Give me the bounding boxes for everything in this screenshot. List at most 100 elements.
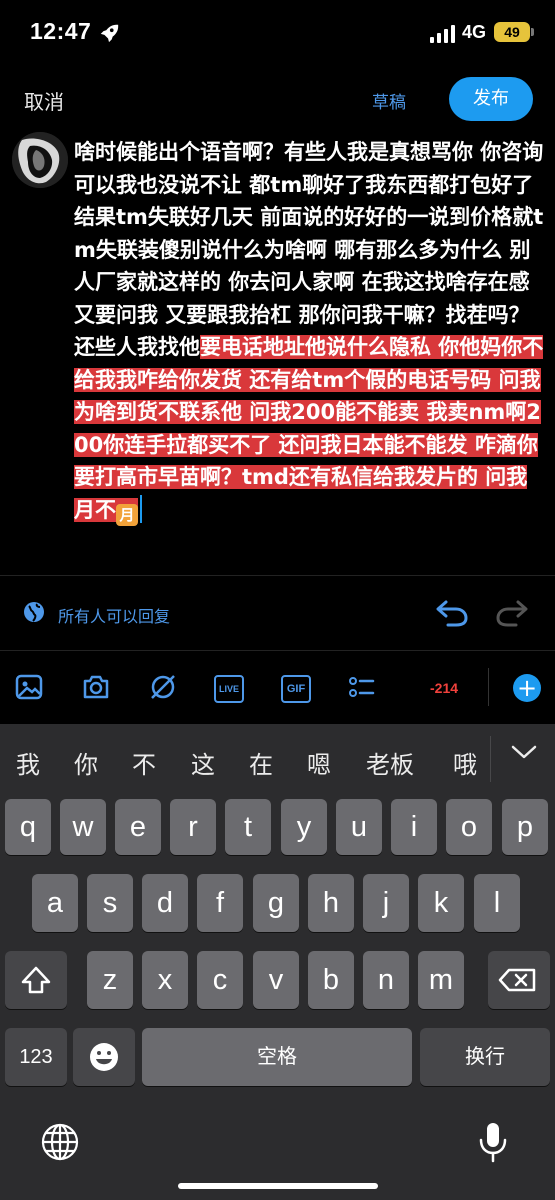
key-label: c — [212, 964, 228, 996]
toolbar-separator — [488, 668, 489, 706]
key-label: a — [46, 887, 64, 919]
gif-icon[interactable]: GIF — [281, 675, 311, 703]
key-y[interactable]: y — [281, 799, 327, 855]
tweet-text-over-limit: 要电话地址他说什么隐私 你他妈你不给我我咋给你发货 还有给tm个假的电话号码 问… — [74, 335, 544, 522]
drafts-button[interactable]: 草稿 — [372, 88, 406, 113]
avatar[interactable] — [12, 132, 68, 188]
text-caret — [140, 494, 142, 523]
key-label: x — [157, 964, 173, 996]
key-label: l — [493, 887, 501, 919]
candidate-word[interactable]: 在 — [249, 745, 273, 780]
key-m[interactable]: m — [418, 951, 464, 1009]
battery-icon: 49 — [494, 22, 530, 42]
tweet-text-unselected: 啥时候能出个语音啊？有些人我是真想骂你 你咨询可以我也没说不让 都tm聊好了我东… — [74, 140, 544, 359]
globe-icon[interactable] — [23, 601, 45, 623]
network-type: 4G — [462, 22, 487, 42]
key-e[interactable]: e — [115, 799, 161, 855]
live-label: LIVE — [218, 684, 239, 694]
key-s[interactable]: s — [87, 874, 133, 932]
key-label: g — [267, 887, 285, 919]
backspace-icon — [498, 968, 536, 992]
candidate-word[interactable]: 你 — [74, 745, 98, 780]
post-button[interactable]: 发布 — [449, 77, 533, 121]
key-label: o — [460, 811, 478, 843]
key-h[interactable]: h — [308, 874, 354, 932]
key-b[interactable]: b — [308, 951, 354, 1009]
globe-icon[interactable] — [40, 1122, 80, 1162]
tweet-text-input[interactable]: 啥时候能出个语音啊？有些人我是真想骂你 你咨询可以我也没说不让 都tm聊好了我东… — [74, 136, 544, 526]
redo-icon[interactable] — [494, 598, 530, 628]
key-label: 123 — [19, 1046, 53, 1068]
key-label: i — [410, 811, 418, 843]
image-icon[interactable] — [14, 672, 44, 702]
key-z[interactable]: z — [87, 951, 133, 1009]
key-label: s — [102, 887, 118, 919]
undo-icon[interactable] — [434, 598, 470, 628]
emoji-key[interactable] — [73, 1028, 135, 1086]
reply-setting-label[interactable]: 所有人可以回复 — [58, 603, 170, 627]
key-o[interactable]: o — [446, 799, 492, 855]
key-label: 换行 — [465, 1046, 505, 1068]
key-label: v — [268, 964, 284, 996]
grok-icon[interactable] — [148, 672, 178, 702]
key-v[interactable]: v — [253, 951, 299, 1009]
key-label: h — [322, 887, 340, 919]
emoji-icon — [90, 1043, 118, 1071]
candidate-word[interactable]: 我 — [16, 745, 40, 780]
key-g[interactable]: g — [253, 874, 299, 932]
candidate-word[interactable]: 嗯 — [307, 745, 331, 780]
key-label: z — [102, 964, 118, 996]
battery-nub — [531, 28, 534, 36]
tweet-text-selected: 要电话地址他说什么隐私 你他妈你不给我我咋给你发货 还有给tm个假的电话号码 问… — [74, 335, 544, 526]
microphone-icon[interactable] — [476, 1120, 510, 1164]
candidate-separator — [490, 736, 491, 782]
space-key[interactable]: 空格 — [142, 1028, 412, 1086]
key-a[interactable]: a — [32, 874, 78, 932]
candidate-word[interactable]: 这 — [191, 745, 215, 780]
key-label: 空格 — [257, 1046, 297, 1068]
key-q[interactable]: q — [5, 799, 51, 855]
key-label: u — [350, 811, 368, 843]
character-count: -214 — [430, 680, 459, 696]
divider — [0, 575, 555, 576]
key-label: q — [19, 811, 37, 843]
status-time: 12:47 — [30, 18, 92, 44]
camera-icon[interactable] — [81, 672, 111, 702]
divider — [0, 650, 555, 651]
key-n[interactable]: n — [363, 951, 409, 1009]
key-c[interactable]: c — [197, 951, 243, 1009]
chevron-down-icon[interactable] — [510, 742, 538, 762]
backspace-key[interactable] — [488, 951, 550, 1009]
key-label: b — [322, 964, 340, 996]
key-label: j — [382, 887, 390, 919]
candidate-word[interactable]: 不 — [132, 745, 156, 780]
key-label: f — [215, 887, 225, 919]
candidate-word[interactable]: 老板 — [366, 745, 414, 780]
live-icon[interactable]: LIVE — [214, 675, 244, 703]
key-j[interactable]: j — [363, 874, 409, 932]
key-label: r — [188, 811, 198, 843]
key-d[interactable]: d — [142, 874, 188, 932]
return-key[interactable]: 换行 — [420, 1028, 550, 1086]
poll-icon[interactable] — [346, 672, 376, 702]
key-i[interactable]: i — [391, 799, 437, 855]
numbers-key[interactable]: 123 — [5, 1028, 67, 1086]
key-label: d — [156, 887, 174, 919]
key-label: m — [428, 964, 454, 996]
key-x[interactable]: x — [142, 951, 188, 1009]
key-p[interactable]: p — [502, 799, 548, 855]
add-thread-button[interactable]: + — [513, 674, 541, 702]
key-u[interactable]: u — [336, 799, 382, 855]
key-r[interactable]: r — [170, 799, 216, 855]
key-label: w — [72, 811, 94, 843]
key-w[interactable]: w — [60, 799, 106, 855]
candidate-word[interactable]: 哦 — [453, 745, 477, 780]
key-label: t — [243, 811, 253, 843]
key-f[interactable]: f — [197, 874, 243, 932]
cancel-button[interactable]: 取消 — [24, 86, 64, 115]
key-l[interactable]: l — [474, 874, 520, 932]
key-t[interactable]: t — [225, 799, 271, 855]
key-k[interactable]: k — [418, 874, 464, 932]
home-indicator — [178, 1183, 378, 1189]
shift-key[interactable] — [5, 951, 67, 1009]
